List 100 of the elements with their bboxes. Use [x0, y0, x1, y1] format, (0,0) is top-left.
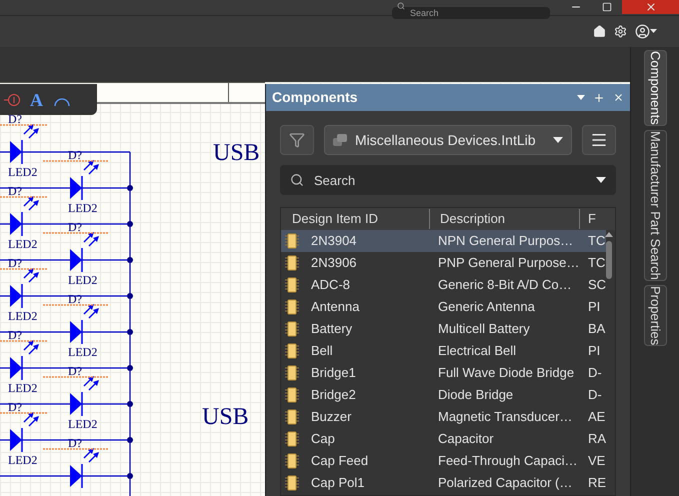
led-symbol [10, 124, 39, 164]
item-id: Cap Feed [311, 452, 368, 470]
sheet-title: USB [202, 404, 249, 430]
menu-button[interactable] [582, 125, 616, 155]
component-icon [284, 475, 300, 491]
item-description: NPN General Purpos… [437, 232, 574, 250]
component-row[interactable]: Cap Capacitor RA [281, 428, 606, 450]
menu-icon [590, 131, 608, 149]
component-row[interactable]: Bell Electrical Bell PI [281, 340, 606, 362]
part-value-label: LED2 [8, 309, 38, 323]
caret-icon [553, 137, 563, 143]
part-value-label: LED2 [8, 237, 38, 251]
plus-icon[interactable] [593, 92, 605, 104]
item-description: Generic 8-Bit A/D Co… [436, 276, 573, 294]
item-description: Electrical Bell [437, 342, 518, 360]
filter-icon [289, 132, 305, 148]
close-button[interactable] [622, 0, 679, 14]
component-icon [284, 387, 300, 403]
item-description: Feed-Through Capaci… [437, 452, 578, 470]
item-description: Generic Antenna [437, 298, 536, 316]
settings-icon[interactable] [614, 25, 627, 38]
designator-label: D? [68, 148, 82, 162]
item-description: Full Wave Diode Bridge [437, 364, 576, 382]
item-id: Battery [311, 320, 352, 338]
side-tab[interactable]: Components [644, 50, 666, 126]
item-description: Multicell Battery [437, 320, 531, 338]
panel-title: Components [272, 88, 359, 107]
led-symbol [10, 196, 39, 236]
part-value-label: LED2 [8, 165, 38, 179]
column-header[interactable]: Design Item ID [281, 209, 430, 229]
sheet-title: USB [213, 140, 260, 166]
dropdown-icon[interactable] [577, 94, 585, 100]
component-icon [284, 277, 300, 293]
item-id: 2N3904 [311, 232, 357, 250]
component-icon [284, 431, 300, 447]
component-icon [284, 365, 300, 381]
designator-label: D? [68, 292, 82, 306]
component-row[interactable]: Bridge1 Full Wave Diode Bridge D- [281, 362, 606, 384]
part-value-label: LED2 [68, 345, 98, 359]
component-row[interactable]: 2N3906 PNP General Purpose… TC [281, 252, 606, 274]
info-circle-icon[interactable] [4, 92, 20, 106]
part-value-label: LED2 [8, 453, 38, 467]
component-icon [284, 299, 300, 315]
search-icon [290, 173, 304, 187]
item-description: PNP General Purpose… [437, 254, 580, 272]
item-id: Buzzer [311, 408, 352, 426]
component-row[interactable]: Cap Feed Feed-Through Capaci… VE [281, 450, 606, 472]
component-icon [284, 409, 300, 425]
side-tab[interactable]: Properties [644, 284, 666, 346]
close-icon[interactable] [613, 92, 624, 103]
column-header[interactable]: Description [430, 209, 580, 229]
component-search-field[interactable]: Search [280, 165, 616, 195]
item-footprint: SC [586, 276, 606, 294]
designator-label: D? [8, 112, 22, 126]
library-dropdown[interactable]: Miscellaneous Devices.IntLib [324, 125, 572, 155]
column-header[interactable]: F [580, 209, 596, 229]
part-value-label: LED2 [8, 381, 38, 395]
led-symbol [70, 376, 99, 416]
item-footprint: RA [586, 430, 606, 448]
led-symbol [70, 448, 99, 488]
component-row[interactable]: Cap Pol1 Polarized Capacitor (… RE [281, 472, 606, 494]
item-id: Bell [311, 342, 333, 360]
designator-label: D? [68, 364, 82, 378]
led-symbol [10, 412, 39, 452]
item-description: Diode Bridge [437, 386, 514, 404]
side-tab[interactable]: Manufacturer Part Search [644, 130, 666, 281]
component-row[interactable]: 2N3904 NPN General Purpos… TC [281, 230, 606, 252]
component-row[interactable]: Bridge2 Diode Bridge D- [281, 384, 606, 406]
item-id: 2N3906 [311, 254, 357, 272]
item-footprint: BA [587, 320, 606, 338]
component-icon [284, 453, 300, 469]
led-symbol [10, 268, 39, 308]
item-footprint: RE [586, 474, 606, 492]
schematic-canvas[interactable] [0, 82, 630, 496]
home-icon[interactable] [593, 25, 606, 38]
led-symbol [70, 304, 99, 344]
filter-button[interactable] [280, 125, 314, 155]
scroll-up-icon[interactable] [605, 232, 613, 237]
component-icon [284, 255, 300, 271]
designator-label: D? [8, 256, 22, 270]
close-icon [644, 1, 656, 13]
item-id: Bridge1 [311, 364, 356, 382]
search-field[interactable]: Search [392, 7, 550, 19]
item-footprint: TC [587, 254, 606, 272]
item-footprint: AE [587, 408, 606, 426]
designator-label: D? [68, 436, 82, 450]
component-row[interactable]: Battery Multicell Battery BA [281, 318, 606, 340]
item-id: Cap [311, 430, 335, 448]
component-row[interactable]: Antenna Generic Antenna PI [281, 296, 606, 318]
item-footprint: TC [587, 232, 606, 250]
item-id: Cap Pol1 [311, 474, 364, 492]
led-symbol [70, 232, 99, 272]
user-menu-icon[interactable] [635, 24, 657, 39]
component-row[interactable]: ADC-8 Generic 8-Bit A/D Co… SC [281, 274, 606, 296]
component-row[interactable]: Buzzer Magnetic Transducer… AE [281, 406, 606, 428]
designator-label: D? [8, 328, 22, 342]
item-id: Bridge2 [311, 386, 356, 404]
text-tool-button[interactable]: A [30, 90, 43, 108]
designator-label: D? [8, 184, 22, 198]
led-symbol [70, 160, 99, 200]
